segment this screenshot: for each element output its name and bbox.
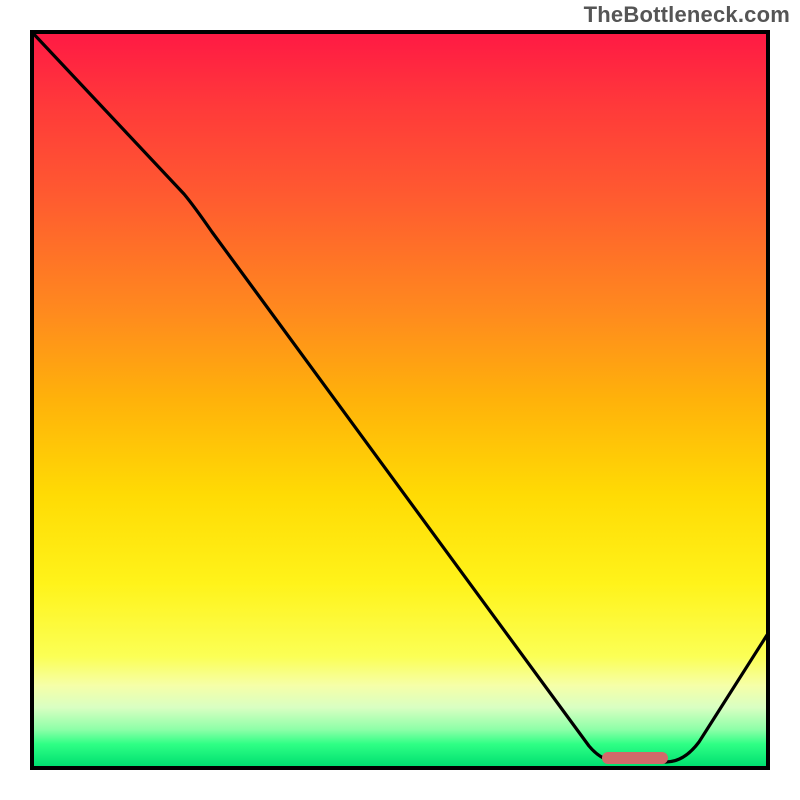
optimal-range-marker	[602, 752, 668, 764]
chart-plot-area	[30, 30, 770, 770]
curve-path	[34, 34, 766, 762]
bottleneck-curve	[34, 34, 766, 766]
watermark-text: TheBottleneck.com	[584, 2, 790, 28]
